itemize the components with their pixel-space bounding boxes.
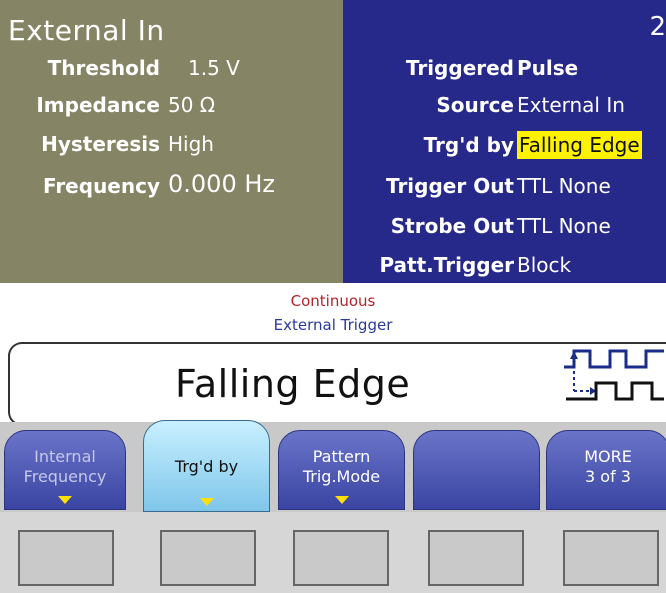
source-value: External In: [517, 93, 625, 117]
softkey-label: Pattern Trig.Mode: [279, 447, 404, 487]
threshold-value: 1.5 V: [188, 56, 240, 80]
impedance-value: 50 Ω: [168, 93, 216, 117]
softkey-label: Trg'd by: [174, 457, 239, 476]
patt-trigger-value: Block: [517, 253, 572, 277]
softkey-label: Internal Frequency: [5, 447, 125, 487]
hardware-softkey-1[interactable]: [18, 530, 114, 586]
external-input-panel: External In Threshold 1.5 V Impedance 50…: [0, 0, 343, 283]
softkey-more[interactable]: MORE 3 of 3: [546, 430, 666, 510]
trigger-out-label: Trigger Out: [386, 174, 514, 198]
panel-title: External In: [8, 14, 165, 47]
strobe-out-label: Strobe Out: [390, 214, 514, 238]
softkey-line2: Frequency: [23, 467, 107, 486]
hysteresis-label: Hysteresis: [41, 132, 160, 156]
run-mode-status: Continuous: [290, 292, 376, 310]
trigger-mode-status: External Trigger: [273, 316, 393, 334]
falling-edge-waveform-icon: [564, 349, 664, 401]
frequency-value: 0.000 Hz: [168, 170, 275, 198]
softkey-line2: Trig.Mode: [302, 467, 381, 486]
softkey-line1: Internal: [34, 447, 96, 466]
softkey-line1: MORE: [584, 447, 632, 466]
trgd-by-value[interactable]: Falling Edge: [517, 131, 642, 159]
submenu-arrow-icon: [334, 496, 349, 504]
instrument-screen: External In Threshold 1.5 V Impedance 50…: [0, 0, 666, 593]
frequency-label: Frequency: [42, 174, 160, 198]
softkey-label: MORE 3 of 3: [547, 447, 666, 487]
hardware-softkey-5[interactable]: [563, 530, 659, 586]
threshold-label: Threshold: [47, 56, 160, 80]
trigger-settings-panel: 2 Triggered Pulse Source External In Trg…: [343, 0, 666, 283]
softkey-line1: Pattern: [312, 447, 371, 466]
trigger-out-value: TTL None: [517, 174, 611, 198]
submenu-arrow-icon: [58, 496, 72, 504]
softkey-blank[interactable]: [413, 430, 540, 510]
trgd-by-label: Trg'd by: [423, 133, 514, 157]
source-label: Source: [436, 93, 514, 117]
impedance-label: Impedance: [36, 93, 160, 117]
hardware-softkey-4[interactable]: [428, 530, 524, 586]
triggered-label: Triggered: [405, 56, 514, 80]
hardware-softkey-2[interactable]: [160, 530, 256, 586]
softkey-trgd-by[interactable]: Trg'd by: [143, 420, 270, 512]
submenu-arrow-icon: [199, 498, 214, 506]
page-number: 2: [649, 12, 666, 42]
hysteresis-value: High: [168, 132, 214, 156]
hardware-softkey-3[interactable]: [293, 530, 389, 586]
triggered-value: Pulse: [517, 56, 579, 80]
strobe-out-value: TTL None: [517, 214, 611, 238]
softkey-internal-frequency[interactable]: Internal Frequency: [4, 430, 126, 510]
softkey-line2: 3 of 3: [585, 467, 631, 486]
parameter-display-text: Falling Edge: [175, 362, 411, 406]
softkey-pattern-trig-mode[interactable]: Pattern Trig.Mode: [278, 430, 405, 510]
patt-trigger-label: Patt.Trigger: [379, 253, 514, 277]
